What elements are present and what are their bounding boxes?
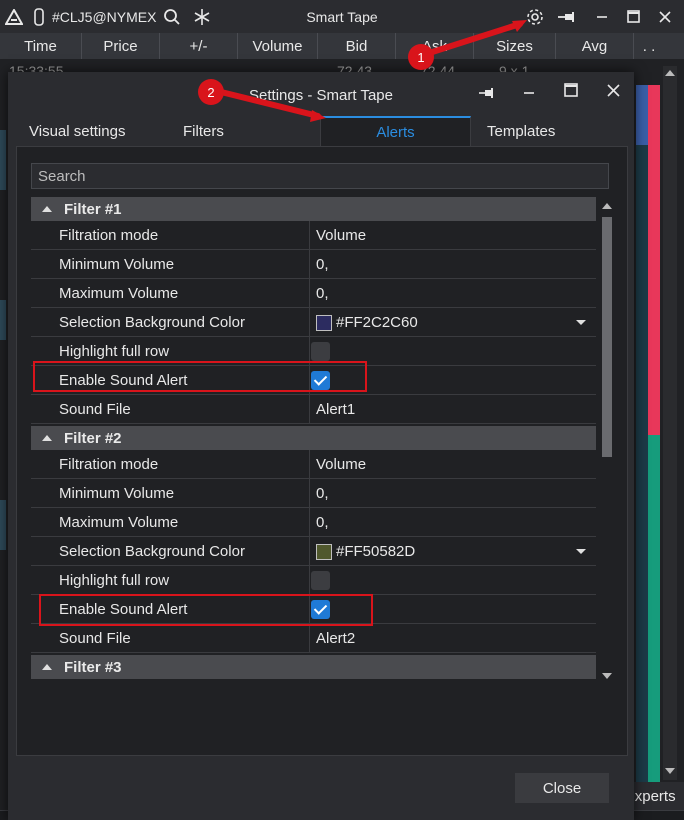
callout-arrows [210,20,527,122]
callout-badge-1: 1 [408,44,434,70]
callout-badge-2: 2 [198,79,224,105]
